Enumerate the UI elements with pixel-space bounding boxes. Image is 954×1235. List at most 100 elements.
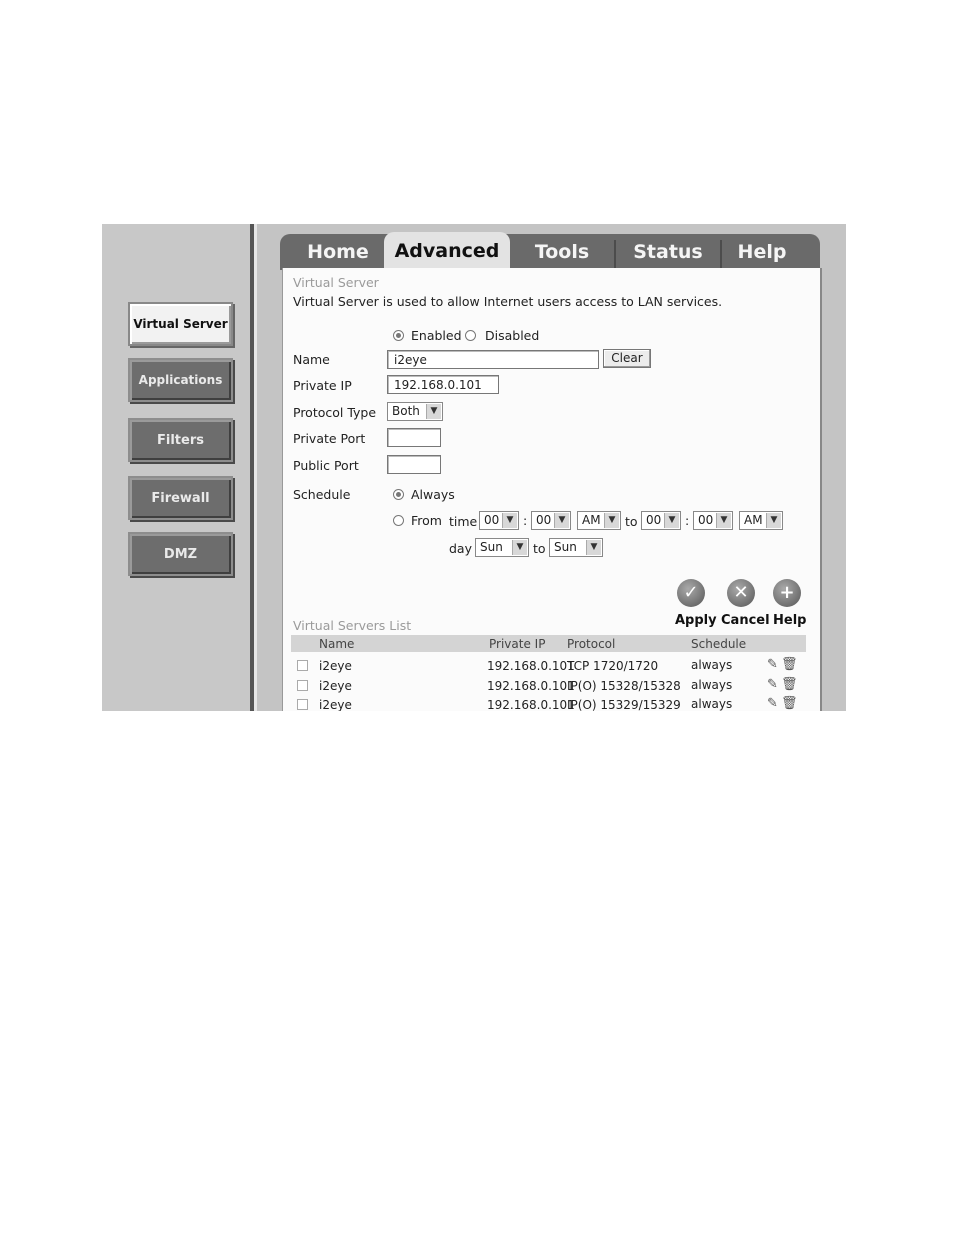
private-port-label: Private Port xyxy=(293,431,366,446)
list-title: Virtual Servers List xyxy=(293,618,412,633)
chevron-down-icon: ▼ xyxy=(512,540,527,555)
time-colon: : xyxy=(523,513,528,528)
row-private-ip: 192.168.0.101 xyxy=(487,679,575,693)
sidebar-item-filters[interactable]: Filters xyxy=(128,418,233,462)
day-from-select[interactable]: Sun ▼ xyxy=(475,538,529,557)
main-panel: Virtual Server Virtual Server is used to… xyxy=(282,268,822,711)
to-hour-value: 00 xyxy=(646,513,662,527)
header-private-ip: Private IP xyxy=(489,637,546,651)
from-hour-select[interactable]: 00 ▼ xyxy=(479,511,519,530)
always-radio[interactable] xyxy=(393,489,404,500)
sidebar-item-dmz[interactable]: DMZ xyxy=(128,532,233,576)
apply-button[interactable]: Apply xyxy=(675,613,717,628)
row-schedule: always xyxy=(691,658,733,672)
to-ampm-select[interactable]: AM ▼ xyxy=(739,511,783,530)
schedule-label: Schedule xyxy=(293,487,351,502)
disabled-label: Disabled xyxy=(485,328,540,343)
to-min-select[interactable]: 00 ▼ xyxy=(693,511,733,530)
from-ampm-select[interactable]: AM ▼ xyxy=(577,511,621,530)
private-ip-label: Private IP xyxy=(293,378,352,393)
header-schedule: Schedule xyxy=(691,637,747,651)
section-description: Virtual Server is used to allow Internet… xyxy=(293,294,723,309)
from-ampm-value: AM xyxy=(582,513,601,527)
row-protocol: TCP 1720/1720 xyxy=(567,659,659,673)
row-name: i2eye xyxy=(319,679,352,693)
row-name: i2eye xyxy=(319,698,352,711)
protocol-type-value: Both xyxy=(392,404,420,418)
cancel-button[interactable]: Cancel xyxy=(721,613,770,628)
to-ampm-value: AM xyxy=(744,513,763,527)
to-label: to xyxy=(625,514,638,529)
trash-icon[interactable]: 🗑 xyxy=(781,677,798,692)
tab-home[interactable]: Home xyxy=(290,234,386,270)
name-label: Name xyxy=(293,352,330,367)
row-protocol: IP(O) 15329/15329 xyxy=(567,698,681,711)
tab-advanced[interactable]: Advanced xyxy=(384,232,510,270)
row-schedule: always xyxy=(691,678,733,692)
public-port-input[interactable] xyxy=(387,455,441,474)
x-icon[interactable]: ✕ xyxy=(727,579,755,607)
sidebar-item-firewall[interactable]: Firewall xyxy=(128,476,233,520)
row-private-ip: 192.168.0.101 xyxy=(487,659,575,673)
time-colon: : xyxy=(685,513,690,528)
enabled-label: Enabled xyxy=(411,328,462,343)
trash-icon[interactable]: 🗑 xyxy=(781,696,798,711)
table-row: i2eye 192.168.0.101 IP(O) 15329/15329 al… xyxy=(291,696,806,711)
private-port-input[interactable] xyxy=(387,428,441,447)
to-hour-select[interactable]: 00 ▼ xyxy=(641,511,681,530)
from-radio[interactable] xyxy=(393,515,404,526)
disabled-radio[interactable] xyxy=(465,330,476,341)
day-to-select[interactable]: Sun ▼ xyxy=(549,538,603,557)
enabled-radio[interactable] xyxy=(393,330,404,341)
chevron-down-icon: ▼ xyxy=(664,513,679,528)
edit-icon[interactable]: ✎ xyxy=(767,657,778,672)
header-name: Name xyxy=(319,637,355,651)
chevron-down-icon: ▼ xyxy=(554,513,569,528)
checkmark-icon[interactable]: ✓ xyxy=(677,579,705,607)
divider xyxy=(254,224,257,711)
tab-bar: Home Advanced Tools Status Help xyxy=(280,232,820,270)
day-to-value: Sun xyxy=(554,540,577,554)
chevron-down-icon: ▼ xyxy=(604,513,619,528)
section-title: Virtual Server xyxy=(293,275,379,290)
plus-icon[interactable]: + xyxy=(773,579,801,607)
time-label: time xyxy=(449,514,478,529)
help-button[interactable]: Help xyxy=(773,613,806,628)
row-checkbox[interactable] xyxy=(297,680,308,691)
header-protocol: Protocol xyxy=(567,637,616,651)
tab-tools[interactable]: Tools xyxy=(512,234,612,270)
edit-icon[interactable]: ✎ xyxy=(767,677,778,692)
table-row: i2eye 192.168.0.101 IP(O) 15328/15328 al… xyxy=(291,677,806,697)
chevron-down-icon: ▼ xyxy=(716,513,731,528)
table-row: i2eye 192.168.0.101 TCP 1720/1720 always… xyxy=(291,657,806,677)
row-schedule: always xyxy=(691,697,733,711)
public-port-label: Public Port xyxy=(293,458,359,473)
day-to-label: to xyxy=(533,541,546,556)
from-min-select[interactable]: 00 ▼ xyxy=(531,511,571,530)
row-checkbox[interactable] xyxy=(297,699,308,710)
day-label: day xyxy=(449,541,472,556)
trash-icon[interactable]: 🗑 xyxy=(781,657,798,672)
list-header: Name Private IP Protocol Schedule xyxy=(291,635,806,652)
tab-help[interactable]: Help xyxy=(722,234,802,270)
from-hour-value: 00 xyxy=(484,513,500,527)
clear-button[interactable]: Clear xyxy=(603,349,651,368)
from-label: From xyxy=(411,513,442,528)
always-label: Always xyxy=(411,487,455,502)
chevron-down-icon: ▼ xyxy=(766,513,781,528)
sidebar-item-applications[interactable]: Applications xyxy=(128,358,233,402)
name-input[interactable]: i2eye xyxy=(387,350,599,369)
from-min-value: 00 xyxy=(536,513,552,527)
protocol-type-select[interactable]: Both ▼ xyxy=(387,402,443,421)
edit-icon[interactable]: ✎ xyxy=(767,696,778,711)
chevron-down-icon: ▼ xyxy=(502,513,517,528)
to-min-value: 00 xyxy=(698,513,714,527)
router-admin-window: Virtual Server Applications Filters Fire… xyxy=(102,224,846,711)
private-ip-input[interactable]: 192.168.0.101 xyxy=(387,375,499,394)
sidebar-item-virtual-server[interactable]: Virtual Server xyxy=(128,302,233,346)
row-checkbox[interactable] xyxy=(297,660,308,671)
chevron-down-icon: ▼ xyxy=(586,540,601,555)
tab-status[interactable]: Status xyxy=(616,234,720,270)
row-protocol: IP(O) 15328/15328 xyxy=(567,679,681,693)
day-from-value: Sun xyxy=(480,540,503,554)
